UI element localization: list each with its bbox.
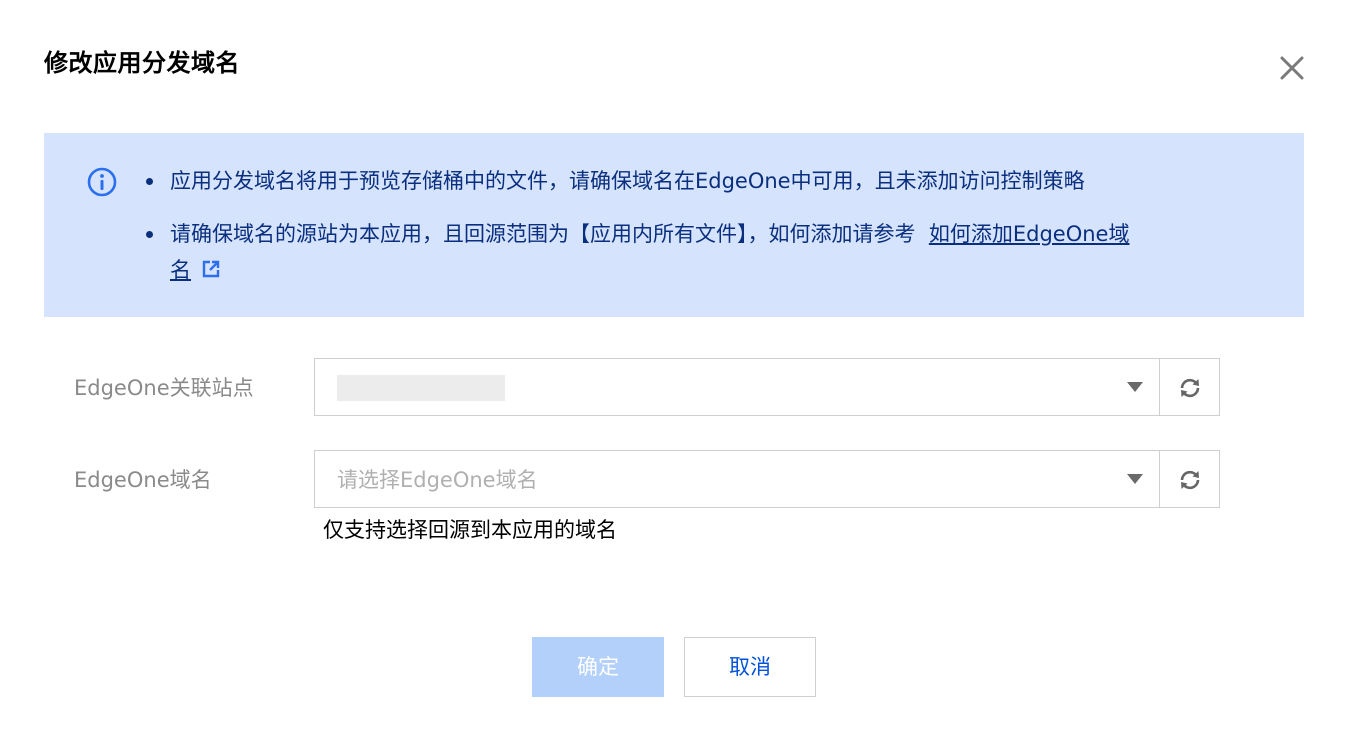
site-select-value — [337, 375, 505, 401]
notice-text-2: 请确保域名的源站为本应用，且回源范围为【应用内所有文件】，如何添加请参考 如何添… — [170, 216, 1148, 288]
caret-down-icon — [1127, 474, 1143, 484]
close-button[interactable] — [1274, 50, 1310, 86]
refresh-icon — [1180, 470, 1200, 490]
notice-text-2-prefix: 请确保域名的源站为本应用，且回源范围为【应用内所有文件】，如何添加请参考 — [170, 222, 916, 246]
site-label: EdgeOne关联站点 — [74, 376, 254, 400]
notice-item: 请确保域名的源站为本应用，且回源范围为【应用内所有文件】，如何添加请参考 如何添… — [146, 216, 1148, 288]
notice-text-1: 应用分发域名将用于预览存储桶中的文件，请确保域名在EdgeOne中可用，且未添加… — [170, 169, 1085, 193]
info-notice: 应用分发域名将用于预览存储桶中的文件，请确保域名在EdgeOne中可用，且未添加… — [44, 133, 1304, 317]
bullet-dot — [146, 231, 153, 238]
refresh-domain-button[interactable] — [1160, 450, 1220, 508]
refresh-site-button[interactable] — [1160, 358, 1220, 416]
notice-item: 应用分发域名将用于预览存储桶中的文件，请确保域名在EdgeOne中可用，且未添加… — [146, 163, 1085, 199]
site-select[interactable] — [314, 358, 1160, 416]
domain-select-placeholder: 请选择EdgeOne域名 — [337, 468, 538, 492]
cancel-button[interactable]: 取消 — [684, 637, 816, 697]
domain-label: EdgeOne域名 — [74, 468, 212, 492]
dialog-title: 修改应用分发域名 — [44, 49, 240, 77]
bullet-dot — [146, 178, 153, 185]
domain-help-text: 仅支持选择回源到本应用的域名 — [323, 518, 617, 542]
domain-select[interactable]: 请选择EdgeOne域名 — [314, 450, 1160, 508]
refresh-icon — [1180, 378, 1200, 398]
external-link-icon[interactable] — [201, 259, 221, 279]
edit-domain-dialog: 修改应用分发域名 应用分发域名将用于预览存储桶中的文件，请确保域名在EdgeOn… — [0, 0, 1352, 746]
info-icon — [87, 167, 117, 197]
caret-down-icon — [1127, 382, 1143, 392]
close-icon — [1280, 56, 1304, 80]
confirm-button[interactable]: 确定 — [532, 637, 664, 697]
